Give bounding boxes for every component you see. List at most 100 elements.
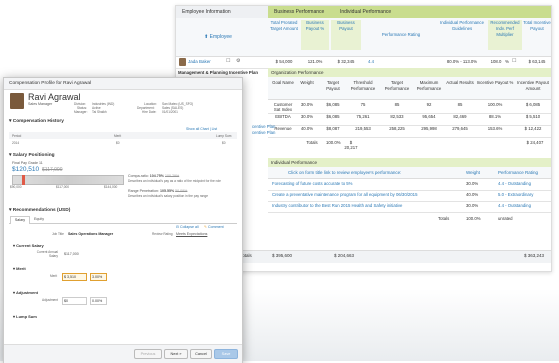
current-salary-title[interactable]: ▾ Current Salary xyxy=(13,243,44,248)
org-column-header[interactable]: Threshold Performance xyxy=(346,80,380,92)
ind-rating-value: 4.4 - Outstanding xyxy=(498,203,531,208)
merit-amount-input[interactable]: $ 3,510 xyxy=(62,273,87,281)
tab-equity[interactable]: Equity xyxy=(30,216,48,223)
org-column-header[interactable]: Goal Name xyxy=(270,80,296,86)
perf-rating-value[interactable]: 4.4 xyxy=(364,59,378,64)
dialog-title: Compensation Profile for Ravi Agrawal xyxy=(9,81,92,86)
ind-weight-value: 30.0% xyxy=(466,203,479,208)
ind-guidelines-header[interactable]: Individual Performance Guidelines xyxy=(438,20,486,32)
total-payout-value: $ 63,145 xyxy=(528,59,546,64)
performance-form-link[interactable]: Create a preventative maintenance progra… xyxy=(272,192,417,197)
employee-name: Ravi Agrawal xyxy=(28,92,81,102)
org-column-header[interactable]: Incentive Payout Amount xyxy=(516,80,550,92)
compa-description: Describes an individual's pay as a ratio… xyxy=(128,179,221,183)
compa-ratio: Compa-ratio: 104.75% 100.29% xyxy=(128,174,180,178)
table-cell: 95,654 xyxy=(422,114,436,119)
merit-pct-input[interactable]: 3.00% xyxy=(90,273,107,281)
org-column-header[interactable]: Maximum Performance xyxy=(414,80,444,92)
org-column-header[interactable]: Weight xyxy=(296,80,318,86)
pay-grade: Final Pay Grade 11 xyxy=(12,161,43,165)
org-column-header[interactable]: Actual Results xyxy=(446,80,474,86)
cancel-button[interactable]: Cancel xyxy=(190,349,212,359)
table-cell: Customer Sat Index xyxy=(273,102,293,112)
guidelines-value: 80.0% - 113.0% xyxy=(446,59,478,64)
manager-label: Manager: xyxy=(74,110,88,114)
merit-header: Merit xyxy=(114,134,122,138)
merit-value: $0 xyxy=(116,141,120,145)
table-cell: $6,085 xyxy=(326,114,340,119)
business-payout-value: $ 32,345 xyxy=(337,59,355,64)
ind-rating-header: Performance Rating xyxy=(498,170,539,175)
employee-column-header[interactable]: ⬆ Employee xyxy=(188,34,248,40)
table-cell: 30.0% xyxy=(300,102,314,107)
table-cell: 88.1% xyxy=(488,114,502,119)
range-min: $90,000 xyxy=(10,185,22,189)
recommendations-title[interactable]: ▾ Recommendations (USD) xyxy=(9,208,70,213)
lump-sum-value: $0 xyxy=(222,141,226,145)
performance-form-link[interactable]: Forecasting of future costs accurate to … xyxy=(272,181,353,186)
previous-button[interactable]: Previous xyxy=(134,349,162,359)
recommended-header[interactable]: Recommended Indv. Perf Multiplier xyxy=(488,20,522,50)
collapse-all-link[interactable]: ⊟ Collapse all xyxy=(176,225,199,229)
total-incentive-header[interactable]: Total Incentive Payout xyxy=(523,20,551,32)
ind-weight-header: Weight xyxy=(466,170,480,175)
ind-header-text: Click on form title link to review emplo… xyxy=(288,170,402,175)
table-cell: $ 6,085 xyxy=(525,102,541,107)
salary-range-bar xyxy=(12,175,124,185)
recommended-input[interactable]: 108.0 xyxy=(488,59,504,64)
comment-link[interactable]: ✎ Comment xyxy=(204,225,224,229)
business-payout-pct-value: 121.0% xyxy=(307,59,323,64)
salary-marker xyxy=(22,175,25,185)
salary-positioning-title[interactable]: ▾ Salary Positioning xyxy=(9,153,55,158)
side-plan-link[interactable]: centive Plan xyxy=(252,130,275,135)
lump-sum-title[interactable]: ▾ Lump Sum xyxy=(13,314,37,319)
salary-new: $117,000 xyxy=(42,167,63,173)
comment-icon[interactable]: ☐ xyxy=(226,58,230,64)
org-totals-label: Totals xyxy=(306,140,318,145)
salary-value: $120,510 xyxy=(12,166,40,173)
gear-icon[interactable]: ⚙ xyxy=(236,58,240,64)
side-plan-link[interactable]: centive Plan xyxy=(252,124,275,129)
show-all-link[interactable]: Show all Chart | List xyxy=(186,127,217,131)
save-button[interactable]: Save xyxy=(214,349,238,359)
adjustment-amount-input[interactable]: $0 xyxy=(62,297,87,305)
org-column-header[interactable]: Target Payout xyxy=(322,80,344,92)
tab-salary[interactable]: Salary xyxy=(10,216,30,224)
business-payout-pct-header[interactable]: Business Payout % xyxy=(301,20,329,50)
total-prorated-value: $ 54,000 xyxy=(275,59,293,64)
table-cell: 85 xyxy=(457,102,463,107)
merit-label: Merit xyxy=(50,274,58,278)
org-totals-target: $ 20,217 xyxy=(344,140,358,150)
review-rating-link[interactable]: Meets Expectations xyxy=(176,232,207,236)
avatar xyxy=(10,93,24,109)
ind-rating-value: 5.0 - Extraordinary xyxy=(498,192,534,197)
employee-info-header: Employee Information xyxy=(176,6,268,18)
perf-rating-header[interactable]: Performance Rating xyxy=(366,32,436,38)
adjustment-title[interactable]: ▾ Adjustment xyxy=(13,290,38,295)
job-title-value: Sales Operations Manager xyxy=(68,232,114,236)
org-column-header[interactable]: Target Performance xyxy=(382,80,412,92)
table-cell: 82,533 xyxy=(390,114,404,119)
range-description: Describes an individual's salary positio… xyxy=(128,194,208,198)
comment-icon[interactable]: ☐ xyxy=(512,58,516,64)
comp-history-title[interactable]: ▾ Compensation History xyxy=(9,119,64,124)
recommended-unit: % xyxy=(505,59,509,64)
merit-title[interactable]: ▾ Merit xyxy=(13,266,26,271)
table-cell: 258,225 xyxy=(389,126,405,131)
business-payout-header[interactable]: Business Payout xyxy=(331,20,361,50)
next-button[interactable]: Next » xyxy=(164,349,188,359)
table-cell: 40.0% xyxy=(300,126,314,131)
job-title-label: Job Title xyxy=(52,232,64,236)
adjustment-pct-input[interactable]: 0.00% xyxy=(90,297,107,305)
ind-totals-label: Totals xyxy=(438,216,450,221)
employee-name-link[interactable]: Jada Baker xyxy=(188,59,211,64)
org-column-header[interactable]: Incentive Payout % xyxy=(476,80,514,86)
org-totals-weight: 100.0% xyxy=(326,140,341,145)
range-max: $144,000 xyxy=(104,185,118,189)
performance-form-link[interactable]: Industry contributor to the Best Run 201… xyxy=(272,203,402,208)
total-prorated-header[interactable]: Total Prorated Target Amount xyxy=(268,20,300,32)
ind-weight-value: 30.0% xyxy=(466,181,479,186)
chevron-right-icon: » xyxy=(179,352,182,356)
review-rating-label: Review Rating xyxy=(152,232,173,236)
current-annual-value: $117,000 xyxy=(64,252,79,256)
